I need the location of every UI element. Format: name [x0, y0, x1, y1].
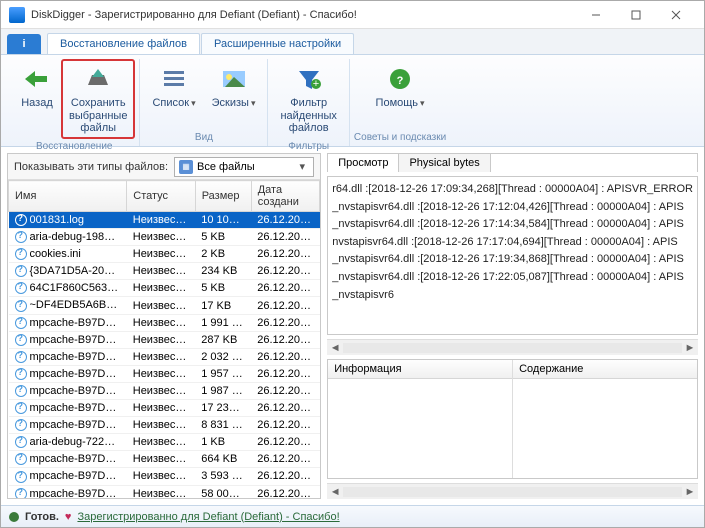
back-button[interactable]: Назад — [13, 59, 61, 139]
info-panel: Информация Содержание — [327, 359, 698, 479]
preview-line: nvstapisvr64.dll :[2018-12-26 17:17:04,6… — [332, 234, 693, 252]
table-row[interactable]: mpcache-B97DC4A7E89F...Неизвестный664 KB… — [9, 451, 320, 468]
registration-link[interactable]: Зарегистрированно для Defiant (Defiant) … — [77, 511, 339, 523]
tab-preview[interactable]: Просмотр — [328, 154, 399, 172]
preview-line: _nvstapisvr64.dll :[2018-12-26 17:14:34,… — [332, 216, 693, 234]
table-row[interactable]: 001831.logНеизвестный10 101 KB26.12.2018… — [9, 212, 320, 229]
funnel-icon: + — [293, 63, 325, 95]
status-ready: Готов. — [25, 511, 59, 523]
main-tabstrip: i Восстановление файлов Расширенные наст… — [1, 29, 704, 55]
statusbar: Готов. ♥ Зарегистрированно для Defiant (… — [1, 505, 704, 527]
ribbon-group-tips-label: Советы и подсказки — [354, 130, 446, 146]
list-icon — [158, 63, 190, 95]
file-unknown-icon — [15, 453, 27, 465]
window-title: DiskDigger - Зарегистрированно для Defia… — [31, 9, 576, 21]
table-row[interactable]: mpcache-B97DC4A7E89F...Неизвестный2 032 … — [9, 348, 320, 365]
list-view-button[interactable]: Список▾ — [144, 59, 203, 130]
table-row[interactable]: mpcache-B97DC4A7E89F...Неизвестный1 991 … — [9, 314, 320, 331]
table-row[interactable]: mpcache-B97DC4A7E89F...Неизвестный3 593 … — [9, 468, 320, 485]
preview-scrollbar[interactable]: ◄► — [327, 339, 698, 355]
titlebar: DiskDigger - Зарегистрированно для Defia… — [1, 1, 704, 29]
file-unknown-icon — [15, 334, 27, 346]
save-selected-button[interactable]: Сохранить выбранные файлы — [61, 59, 135, 139]
files-icon: ▦ — [179, 160, 193, 174]
svg-text:+: + — [312, 78, 318, 90]
filter-label: Показывать эти типы файлов: — [14, 161, 168, 173]
file-unknown-icon — [15, 231, 27, 243]
table-row[interactable]: aria-debug-7224.logНеизвестный1 KB26.12.… — [9, 434, 320, 451]
file-unknown-icon — [15, 436, 27, 448]
file-unknown-icon — [15, 385, 27, 397]
table-row[interactable]: 64C1F860C563BD1ADF0...Неизвестный5 KB26.… — [9, 280, 320, 297]
file-unknown-icon — [15, 282, 27, 294]
table-row[interactable]: {3DA71D5A-20CC-432F-A...Неизвестный234 K… — [9, 263, 320, 280]
file-unknown-icon — [15, 368, 27, 380]
preview-line: r64.dll :[2018-12-26 17:09:34,268][Threa… — [332, 181, 693, 199]
help-icon: ? — [384, 63, 416, 95]
content-area: Показывать эти типы файлов: ▦ Все файлы … — [1, 147, 704, 505]
table-row[interactable]: mpcache-B97DC4A7E89F...Неизвестный8 831 … — [9, 417, 320, 434]
chevron-down-icon: ▾ — [251, 98, 256, 108]
col-status[interactable]: Статус — [127, 181, 195, 212]
table-row[interactable]: cookies.iniНеизвестный2 KB26.12.2018 20 — [9, 246, 320, 263]
col-name[interactable]: Имя — [9, 181, 127, 212]
file-table[interactable]: Имя Статус Размер Дата создани 001831.lo… — [8, 180, 320, 498]
preview-line: _nvstapisvr6 — [332, 287, 693, 305]
app-icon — [9, 7, 25, 23]
preview-line: _nvstapisvr64.dll :[2018-12-26 17:12:04,… — [332, 199, 693, 217]
chevron-down-icon: ▾ — [420, 98, 425, 108]
type-filter-bar: Показывать эти типы файлов: ▦ Все файлы … — [8, 154, 320, 180]
minimize-button[interactable] — [576, 5, 616, 25]
info-column-header[interactable]: Информация — [328, 360, 512, 379]
file-unknown-icon — [15, 471, 27, 483]
info-tab[interactable]: i — [7, 34, 41, 54]
table-row[interactable]: mpcache-B97DC4A7E89F...Неизвестный287 KB… — [9, 331, 320, 348]
chevron-down-icon: ▾ — [295, 160, 309, 173]
info-scrollbar[interactable]: ◄► — [327, 483, 698, 499]
chevron-down-icon: ▾ — [191, 98, 196, 108]
col-size[interactable]: Размер — [195, 181, 251, 212]
file-unknown-icon — [15, 488, 27, 498]
file-unknown-icon — [15, 248, 27, 260]
file-type-dropdown[interactable]: ▦ Все файлы ▾ — [174, 157, 314, 177]
tab-recovery[interactable]: Восстановление файлов — [47, 33, 200, 54]
status-indicator-icon — [9, 512, 19, 522]
table-row[interactable]: mpcache-B97DC4A7E89F...Неизвестный1 987 … — [9, 382, 320, 399]
table-row[interactable]: mpcache-B97DC4A7E89F...Неизвестный17 236… — [9, 400, 320, 417]
table-row[interactable]: aria-debug-1988.logНеизвестный5 KB26.12.… — [9, 229, 320, 246]
ribbon-group-view-label: Вид — [195, 130, 213, 146]
tab-physical-bytes[interactable]: Physical bytes — [399, 154, 490, 172]
filter-button[interactable]: + Фильтр найденных файлов — [272, 59, 344, 139]
file-unknown-icon — [15, 300, 27, 312]
preview-pane: Просмотр Physical bytes r64.dll :[2018-1… — [327, 153, 698, 499]
preview-line: _nvstapisvr64.dll :[2018-12-26 17:22:05,… — [332, 269, 693, 287]
svg-text:?: ? — [397, 75, 404, 87]
file-list-pane: Показывать эти типы файлов: ▦ Все файлы … — [7, 153, 321, 499]
preview-line: _nvstapisvr64.dll :[2018-12-26 17:19:34,… — [332, 251, 693, 269]
maximize-button[interactable] — [616, 5, 656, 25]
preview-tabstrip: Просмотр Physical bytes — [327, 153, 698, 172]
file-unknown-icon — [15, 214, 27, 226]
ribbon: Назад Сохранить выбранные файлы Восстано… — [1, 55, 704, 147]
file-unknown-icon — [15, 402, 27, 414]
file-unknown-icon — [15, 419, 27, 431]
table-row[interactable]: mpcache-B97DC4A7E89F...Неизвестный58 000… — [9, 485, 320, 498]
thumbnails-icon — [218, 63, 250, 95]
save-icon — [82, 63, 114, 95]
file-unknown-icon — [15, 317, 27, 329]
table-row[interactable]: ~DF4EDB5A6B0A31DF7...Неизвестный17 KB26.… — [9, 297, 320, 314]
help-button[interactable]: ? Помощь▾ — [368, 59, 433, 130]
file-unknown-icon — [15, 351, 27, 363]
tab-advanced[interactable]: Расширенные настройки — [201, 33, 354, 54]
table-row[interactable]: mpcache-B97DC4A7E89F...Неизвестный1 957 … — [9, 365, 320, 382]
file-unknown-icon — [15, 265, 27, 277]
back-arrow-icon — [21, 63, 53, 95]
preview-content[interactable]: r64.dll :[2018-12-26 17:09:34,268][Threa… — [327, 176, 698, 335]
thumbs-view-button[interactable]: Эскизы▾ — [204, 59, 264, 130]
col-date[interactable]: Дата создани — [251, 181, 319, 212]
close-button[interactable] — [656, 5, 696, 25]
heart-icon: ♥ — [65, 511, 72, 523]
content-column-header[interactable]: Содержание — [513, 360, 697, 379]
